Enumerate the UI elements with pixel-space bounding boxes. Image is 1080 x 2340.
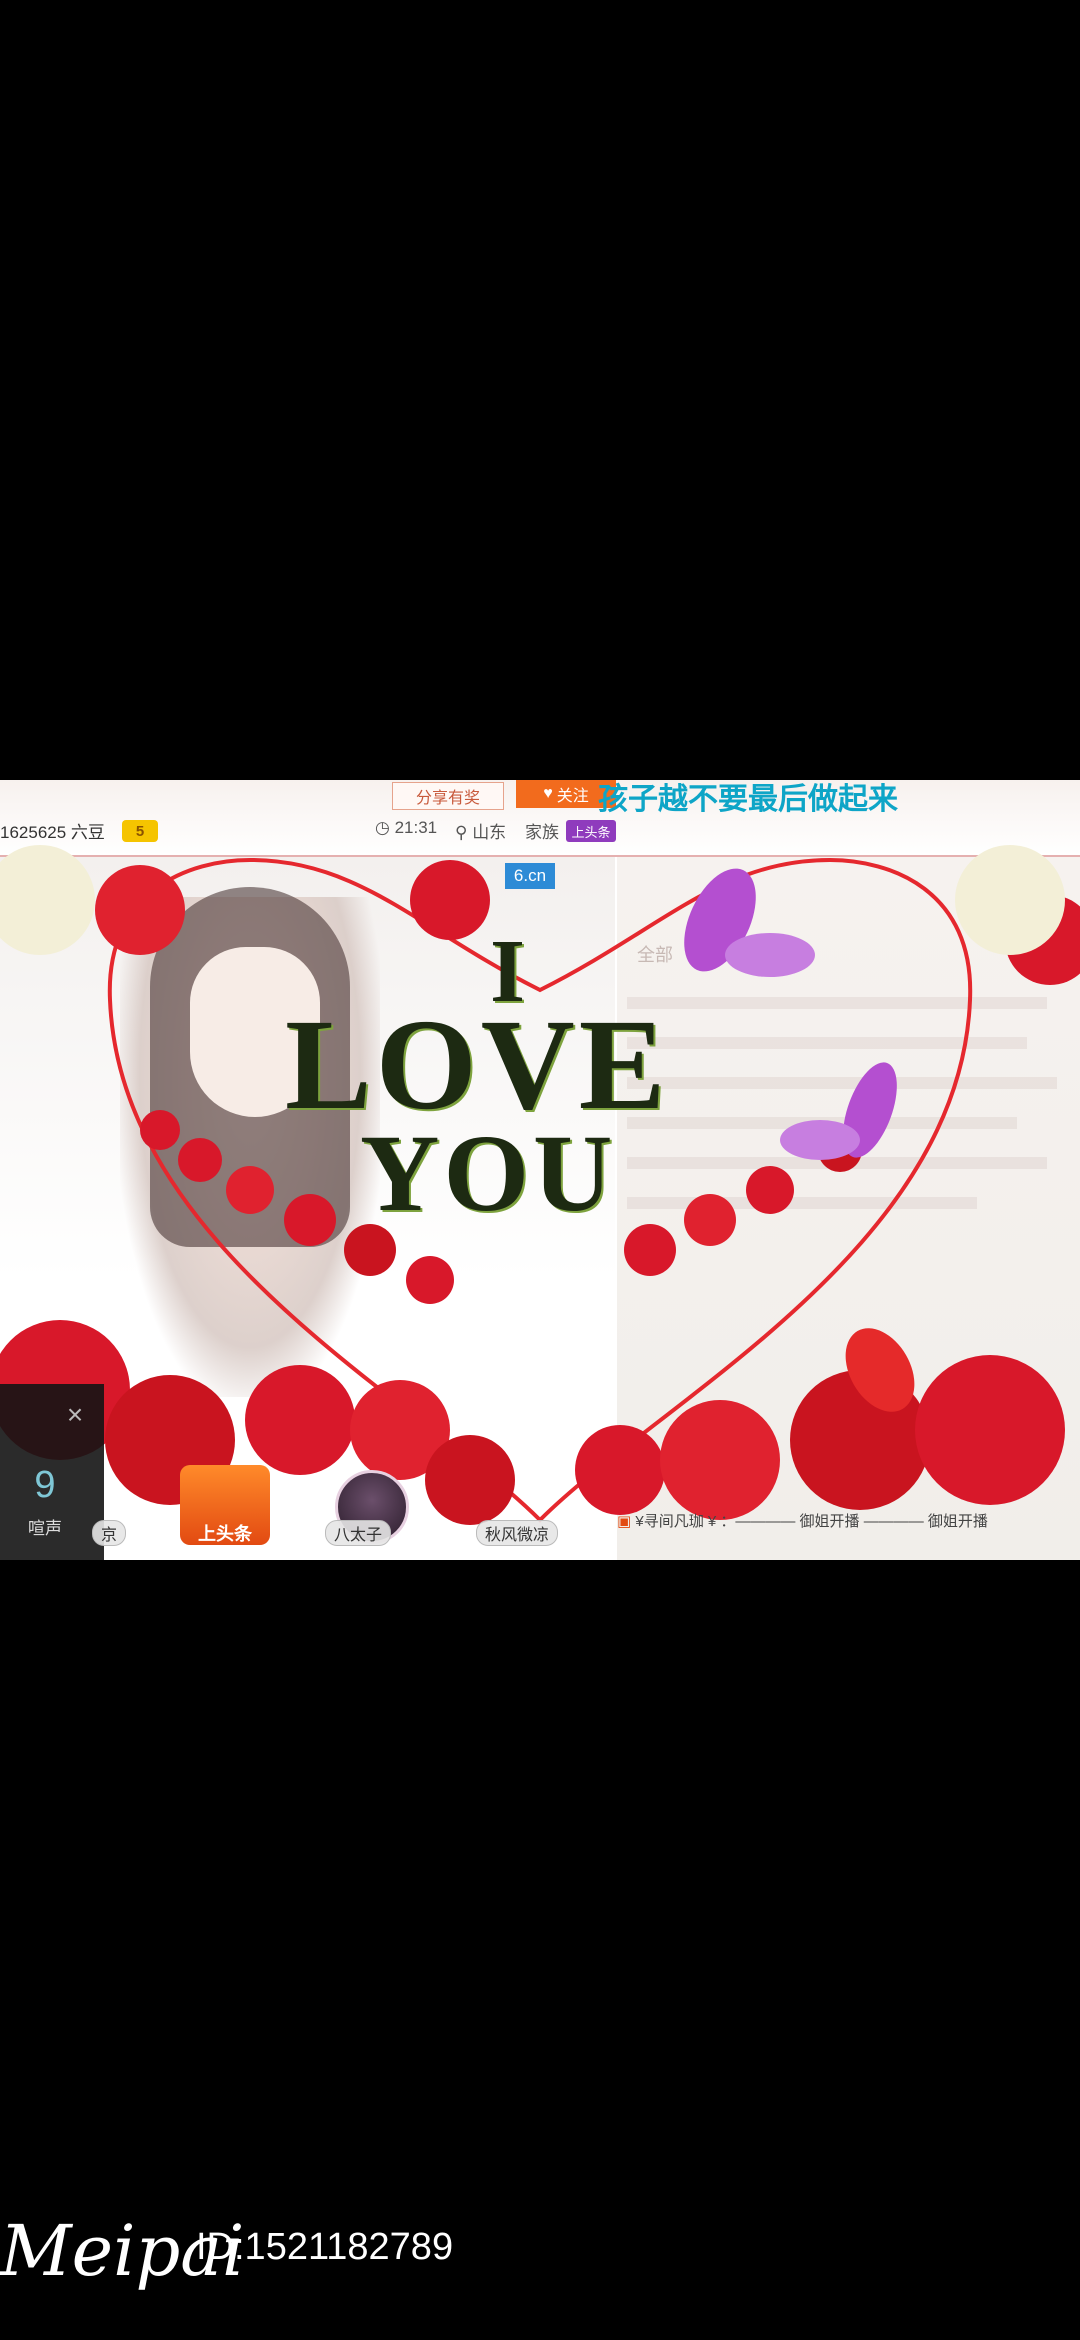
chat-line xyxy=(627,1157,1047,1169)
family-chip[interactable]: 上头条 xyxy=(566,820,616,842)
chat-line xyxy=(627,1117,1017,1129)
chat-footer-text: ¥寻间凡珈 ¥ ：———— 御姐开播 ———— 御姐开播 xyxy=(635,1513,988,1530)
chat-line xyxy=(627,997,1047,1009)
watermark-id: ID:1521182789 xyxy=(196,2226,454,2268)
heart-icon: ♥ xyxy=(543,785,553,802)
live-stream-screen: 1625625 六豆 5 分享有奖 ♥ 关注 孩子越不要最后做起来 ◷ 21:3… xyxy=(0,780,1080,1560)
clock-icon: ◷ xyxy=(375,818,390,837)
close-icon[interactable]: × xyxy=(60,1399,90,1430)
follow-label: 关注 xyxy=(556,788,589,805)
love-text-you: YOU xyxy=(360,1112,617,1234)
chat-line xyxy=(627,1197,977,1209)
share-button[interactable]: 分享有奖 xyxy=(392,782,504,810)
location-row: ⚲ 山东 xyxy=(455,818,506,843)
chat-line xyxy=(627,1077,1057,1089)
guest-label[interactable]: 秋风微凉 xyxy=(476,1520,559,1546)
tab-all[interactable]: 全部 xyxy=(637,941,673,967)
top-pick-label: 上头条 xyxy=(198,1524,252,1544)
stream-top-bar: 1625625 六豆 5 分享有奖 ♥ 关注 孩子越不要最后做起来 ◷ 21:3… xyxy=(0,780,1080,857)
location-text: 山东 xyxy=(472,823,507,842)
site-logo: 6.cn xyxy=(505,863,555,889)
tab-chat[interactable]: 聊天 xyxy=(767,941,803,967)
chat-icon: ▣ xyxy=(617,1513,632,1530)
viewer-id-text: 1625625 六豆 xyxy=(0,823,105,842)
family-label: 家族 xyxy=(525,823,559,842)
chat-line xyxy=(627,1037,1027,1049)
chat-panel[interactable]: 全部 聊天 xyxy=(617,857,1080,1560)
marquee-text: 孩子越不要最后做起来 xyxy=(598,783,898,816)
location-pin-icon: ⚲ xyxy=(455,823,468,842)
chat-footer-row: ▣ ¥寻间凡珈 ¥ ：———— 御姐开播 ———— 御姐开播 xyxy=(617,1510,1080,1540)
stream-time: 21:31 xyxy=(394,818,438,837)
level-badge: 5 xyxy=(122,820,158,842)
guest-label[interactable]: 京 xyxy=(92,1520,127,1546)
guest-label[interactable]: 八太子 xyxy=(325,1520,392,1546)
stream-time-row: ◷ 21:31 xyxy=(375,818,437,838)
